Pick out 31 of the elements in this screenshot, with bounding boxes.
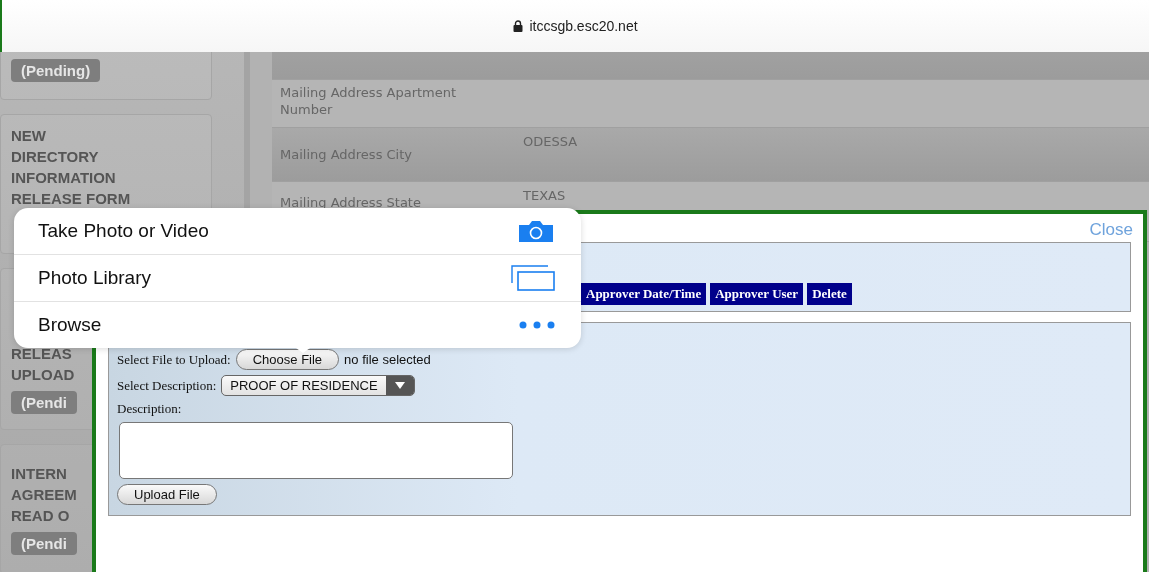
card-title: NEW DIRECTORY INFORMATION RELEASE FORM	[11, 126, 131, 209]
url-text: itccsgb.esc20.net	[529, 18, 638, 34]
field-label: Mailing Address City	[279, 146, 414, 163]
choose-file-button[interactable]: Choose File	[235, 349, 340, 370]
address-bar[interactable]: itccsgb.esc20.net	[0, 0, 1149, 52]
file-label: Select File to Upload:	[117, 351, 231, 368]
status-badge: (Pendi	[11, 532, 77, 555]
lock-icon	[513, 20, 524, 32]
column-header: Delete	[807, 283, 852, 305]
column-header: Approver Date/Time	[581, 283, 707, 305]
menu-item[interactable]: Browse	[14, 301, 581, 348]
column-header: Approver User	[710, 283, 804, 305]
description-field[interactable]	[119, 422, 513, 479]
more-icon	[519, 321, 555, 329]
field-label: Mailing Address State	[279, 194, 422, 211]
camera-icon	[517, 220, 555, 242]
field-label: Mailing Address Apartment Number	[279, 84, 458, 118]
field-value: TEXAS	[523, 188, 566, 204]
stacked-windows-icon	[511, 265, 555, 291]
field-value: ODESSA	[523, 134, 578, 150]
status-badge: (Pending)	[11, 59, 101, 82]
description-select[interactable]: PROOF OF RESIDENCE	[221, 375, 415, 396]
dropdown-icon	[394, 382, 405, 389]
select-label: Select Description:	[117, 377, 217, 394]
description-label: Description:	[117, 401, 182, 417]
file-status: no file selected	[344, 352, 431, 367]
menu-item[interactable]: Photo Library	[14, 254, 581, 301]
card-title: INTERN AGREEM READ O	[11, 464, 77, 526]
menu-item[interactable]: Take Photo or Video	[14, 208, 581, 254]
status-badge: (Pendi	[11, 391, 77, 414]
upload-file-button[interactable]: Upload File	[117, 484, 217, 505]
